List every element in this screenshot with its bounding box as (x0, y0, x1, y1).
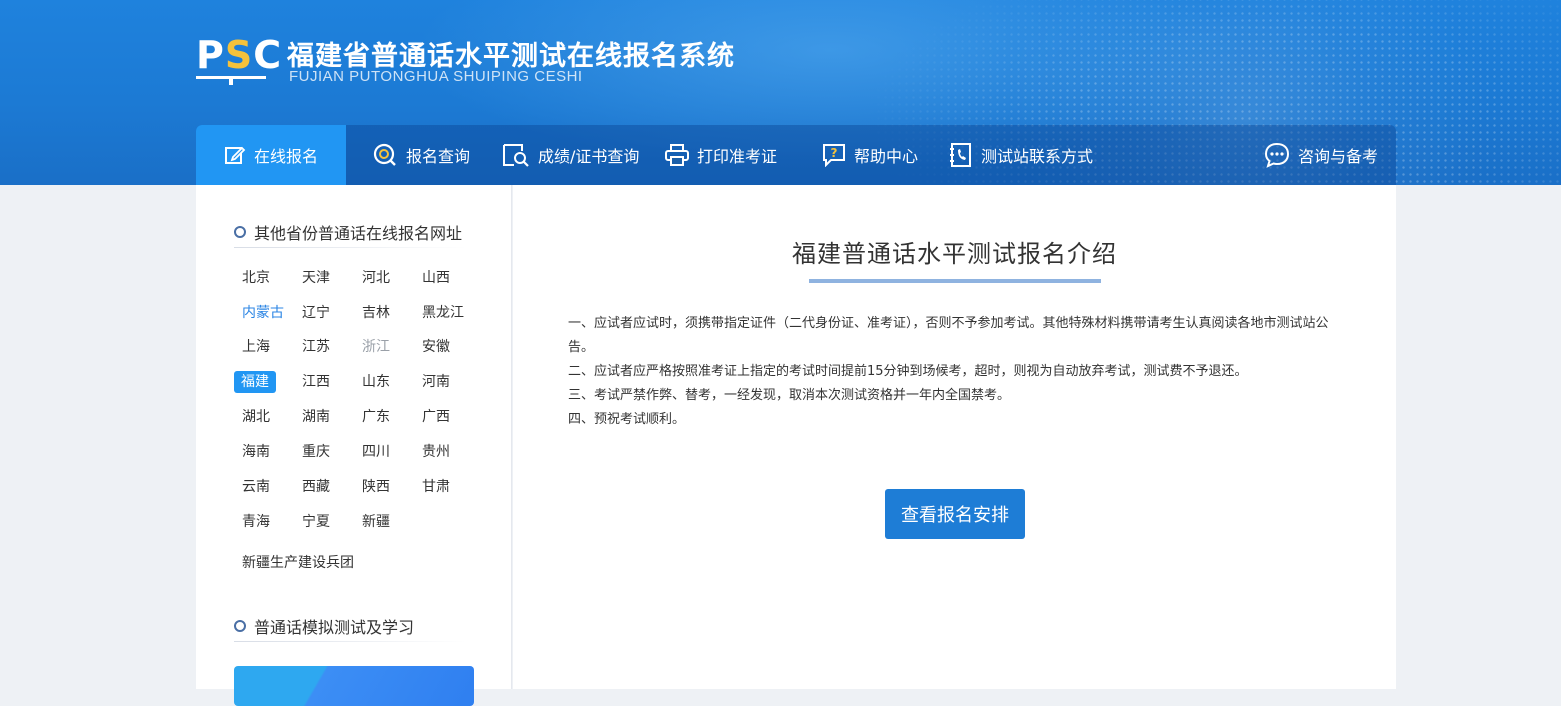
chat-icon (1264, 142, 1290, 168)
section-divider (234, 641, 466, 642)
provinces-section-title: 其他省份普通话在线报名网址 (234, 220, 462, 244)
book-icon (196, 76, 266, 85)
main-nav: 在线报名 报名查询 成绩/证书查询 打印准考证 ? 帮助中心 测试站联系方式 咨… (196, 125, 1396, 185)
nav-consult-and-prepare[interactable]: 咨询与备考 (1264, 125, 1378, 185)
province-link[interactable]: 海南 (242, 441, 270, 463)
view-registration-schedule-button[interactable]: 查看报名安排 (885, 489, 1025, 539)
province-link[interactable]: 贵州 (422, 441, 450, 463)
document-search-icon (503, 144, 529, 167)
province-link-selected[interactable]: 福建 (234, 371, 276, 393)
province-link[interactable]: 湖南 (302, 406, 330, 428)
province-link[interactable]: 上海 (242, 336, 270, 358)
province-link[interactable]: 黑龙江 (422, 302, 464, 324)
edit-icon (224, 146, 246, 164)
help-icon: ? (823, 144, 845, 167)
province-link[interactable]: 新疆 (362, 511, 390, 533)
nav-test-station-contacts[interactable]: 测试站联系方式 (949, 125, 1093, 185)
province-link[interactable]: 西藏 (302, 476, 330, 498)
psc-logo[interactable]: PSC (196, 36, 281, 86)
province-link[interactable]: 重庆 (302, 441, 330, 463)
notice-item: 四、预祝考试顺利。 (568, 412, 686, 427)
province-link[interactable]: 江西 (302, 371, 330, 393)
nav-registration-query[interactable]: 报名查询 (372, 125, 470, 185)
province-link[interactable]: 甘肃 (422, 476, 450, 498)
site-header: PSC 福建省普通话水平测试在线报名系统 FUJIAN PUTONGHUA SH… (0, 0, 1561, 185)
province-link[interactable]: 北京 (242, 267, 270, 289)
notice-item: 一、应试者应试时，须携带指定证件（二代身份证、准考证），否则不予参加考试。其他特… (568, 316, 1329, 355)
province-link[interactable]: 江苏 (302, 336, 330, 358)
svg-text:?: ? (831, 146, 838, 160)
province-link[interactable]: 广西 (422, 406, 450, 428)
phone-book-icon (950, 143, 971, 167)
province-link[interactable]: 山东 (362, 371, 390, 393)
province-link[interactable]: 天津 (302, 267, 330, 289)
nav-help-center[interactable]: ? 帮助中心 (822, 125, 918, 185)
province-link[interactable]: 湖北 (242, 406, 270, 428)
province-link[interactable]: 云南 (242, 476, 270, 498)
province-link[interactable]: 辽宁 (302, 302, 330, 324)
search-circle-icon (373, 143, 396, 166)
nav-online-registration[interactable]: 在线报名 (196, 125, 346, 185)
province-link[interactable]: 安徽 (422, 336, 450, 358)
province-link[interactable]: 河北 (362, 267, 390, 289)
province-link[interactable]: 宁夏 (302, 511, 330, 533)
circle-bullet-icon (234, 226, 246, 238)
province-link[interactable]: 山西 (422, 267, 450, 289)
nav-print-admission-ticket[interactable]: 打印准考证 (665, 125, 777, 185)
notice-list: 一、应试者应试时，须携带指定证件（二代身份证、准考证），否则不予参加考试。其他特… (568, 312, 1348, 432)
practice-banner[interactable] (234, 666, 474, 706)
province-link[interactable]: 吉林 (362, 302, 390, 324)
sidebar: 其他省份普通话在线报名网址 北京 天津 河北 山西 内蒙古 辽宁 吉林 黑龙江 … (196, 185, 512, 706)
circle-bullet-icon (234, 620, 246, 632)
province-link[interactable]: 内蒙古 (242, 302, 284, 324)
notice-item: 二、应试者应严格按照准考证上指定的考试时间提前15分钟到场候考，超时，则视为自动… (568, 364, 1248, 379)
province-link[interactable]: 河南 (422, 371, 450, 393)
province-link[interactable]: 广东 (362, 406, 390, 428)
nav-score-certificate-query[interactable]: 成绩/证书查询 (502, 125, 639, 185)
notice-item: 三、考试严禁作弊、替考，一经发现，取消本次测试资格并一年内全国禁考。 (568, 388, 1011, 403)
practice-section-title: 普通话模拟测试及学习 (234, 614, 414, 638)
province-link[interactable]: 青海 (242, 511, 270, 533)
main-content: 福建普通话水平测试报名介绍 一、应试者应试时，须携带指定证件（二代身份证、准考证… (513, 185, 1396, 689)
printer-icon (665, 144, 689, 166)
title-underline (809, 279, 1101, 283)
province-link[interactable]: 陕西 (362, 476, 390, 498)
province-link[interactable]: 四川 (362, 441, 390, 463)
province-link-xpcc[interactable]: 新疆生产建设兵团 (242, 552, 354, 574)
page-title: 福建普通话水平测试报名介绍 (792, 240, 1117, 268)
province-link[interactable]: 浙江 (362, 336, 390, 358)
site-subtitle: FUJIAN PUTONGHUA SHUIPING CESHI (289, 68, 583, 85)
section-divider (234, 247, 466, 248)
